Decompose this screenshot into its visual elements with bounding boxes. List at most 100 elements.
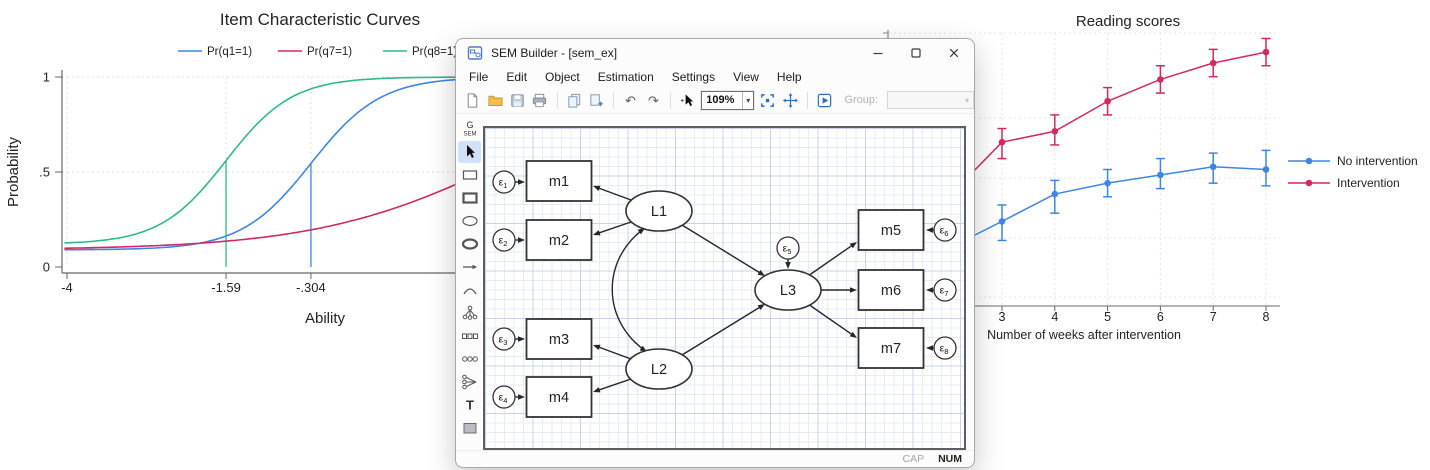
data-point (1157, 76, 1164, 83)
latent-label: L3 (780, 283, 796, 299)
window-title: SEM Builder - [sem_ex] (491, 46, 617, 60)
oval-set-icon (461, 235, 479, 253)
data-point (1104, 180, 1111, 187)
tool-palette: GSEMT (456, 118, 483, 439)
path-arrow[interactable] (808, 244, 854, 276)
maximize-icon[interactable] (908, 45, 924, 61)
covariance-arc[interactable] (612, 228, 647, 352)
regression-model-icon (461, 373, 479, 391)
select-pointer-icon[interactable] (679, 91, 696, 109)
caps-lock-indicator: CAP (902, 453, 924, 465)
window-titlebar[interactable]: SEM Builder - [sem_ex] (456, 39, 974, 67)
y-axis-label: Probability (5, 136, 22, 207)
redo-icon[interactable]: ↷ (645, 91, 662, 109)
statusbar: CAP NUM (456, 450, 974, 467)
path-arrow[interactable] (597, 346, 631, 359)
observed-label: m4 (549, 390, 569, 406)
arrowhead (518, 237, 525, 243)
arrowhead (785, 262, 791, 269)
menu-edit[interactable]: Edit (497, 68, 536, 86)
measurement-model-tool[interactable] (458, 302, 481, 324)
menu-file[interactable]: File (460, 68, 497, 86)
path-tool[interactable] (458, 256, 481, 278)
rectangle-icon (461, 166, 479, 184)
arrowhead (850, 242, 857, 248)
group-combobox[interactable]: ▾ (887, 91, 974, 109)
y-tick-label: 0 (43, 260, 50, 275)
latent-set-tool[interactable] (458, 348, 481, 370)
text-icon: T (461, 396, 479, 414)
minimize-icon[interactable] (870, 45, 886, 61)
legend-marker (1306, 158, 1313, 165)
sem-canvas[interactable]: m1m2m3m4m5m6m7L1L2L3ε1ε2ε3ε4ε5ε6ε7ε8 (483, 126, 966, 450)
arrowhead (850, 287, 857, 293)
copy-icon[interactable] (565, 91, 582, 109)
path-arrow[interactable] (682, 306, 762, 355)
toolbar: ↶ ↷ 109% ▾ Group: ▾ (456, 87, 974, 114)
toolbar-separator (557, 92, 558, 109)
path-arrow[interactable] (597, 222, 631, 234)
menu-object[interactable]: Object (536, 68, 589, 86)
observed-label: m2 (549, 233, 569, 249)
path-arrow[interactable] (808, 304, 854, 336)
svg-text:SEM: SEM (463, 132, 476, 138)
observed-label: m6 (881, 283, 901, 299)
x-tick-label: 4 (1051, 310, 1058, 324)
rectangle-set-tool[interactable] (458, 187, 481, 209)
arrowhead (593, 345, 601, 350)
observed-label: m7 (881, 341, 901, 357)
oval-tool[interactable] (458, 210, 481, 232)
x-axis-label: Number of weeks after intervention (987, 328, 1181, 342)
close-icon[interactable] (946, 45, 962, 61)
sem-builder-window: SEM Builder - [sem_ex] File Edit Object … (455, 38, 975, 468)
menu-view[interactable]: View (724, 68, 768, 86)
zoom-level-combobox[interactable]: 109% ▾ (701, 91, 754, 110)
arrowhead (758, 270, 765, 276)
legend-label: Pr(q7=1) (307, 46, 352, 58)
covariance-tool[interactable] (458, 279, 481, 301)
legend-marker (1306, 180, 1313, 187)
menu-help[interactable]: Help (768, 68, 811, 86)
text-tool[interactable]: T (458, 394, 481, 416)
toolbar-separator (670, 92, 671, 109)
menu-estimation[interactable]: Estimation (589, 68, 663, 86)
covariance-icon (461, 281, 479, 299)
path-arrow[interactable] (597, 187, 631, 200)
duplicate-icon[interactable] (588, 91, 605, 109)
legend-label: No intervention (1337, 154, 1418, 168)
rectangle-tool[interactable] (458, 164, 481, 186)
oval-set-tool[interactable] (458, 233, 481, 255)
x-tick-label: 3 (999, 310, 1006, 324)
new-file-icon[interactable] (464, 91, 481, 109)
x-tick-label: -4 (61, 280, 73, 295)
undo-icon[interactable]: ↶ (622, 91, 639, 109)
menu-settings[interactable]: Settings (663, 68, 724, 86)
latent-set-icon (461, 350, 479, 368)
path-arrow[interactable] (597, 379, 631, 391)
print-icon[interactable] (531, 91, 548, 109)
save-icon[interactable] (509, 91, 526, 109)
chevron-down-icon[interactable]: ▾ (742, 92, 753, 109)
pan-icon[interactable] (782, 91, 799, 109)
toolbar-separator (613, 92, 614, 109)
area-tool[interactable] (458, 417, 481, 439)
x-axis-label: Ability (305, 310, 346, 327)
legend-label: Pr(q1=1) (207, 46, 252, 58)
sem-builder-app-icon (466, 44, 484, 62)
data-point (1157, 172, 1164, 179)
run-estimate-icon[interactable] (816, 91, 833, 109)
regression-model-tool[interactable] (458, 371, 481, 393)
arrowhead (518, 336, 525, 342)
data-point (1052, 128, 1059, 135)
path-arrow[interactable] (682, 225, 762, 274)
zoom-to-fit-icon[interactable] (759, 91, 776, 109)
data-point (999, 139, 1006, 146)
open-folder-icon[interactable] (486, 91, 503, 109)
data-point (999, 218, 1006, 225)
select-pointer-tool[interactable] (458, 141, 481, 163)
data-point (1263, 49, 1270, 56)
observed-set-tool[interactable] (458, 325, 481, 347)
arrowhead (850, 332, 857, 338)
svg-text:↷: ↷ (648, 92, 659, 107)
arrowhead (518, 179, 525, 185)
